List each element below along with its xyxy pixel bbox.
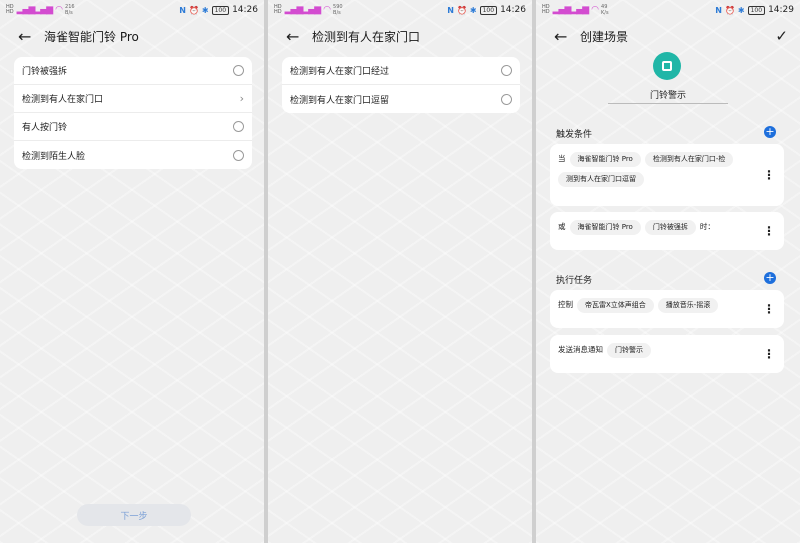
radio-button[interactable] xyxy=(501,93,512,105)
wifi-icon: ◠ xyxy=(323,5,331,15)
wifi-icon: ◠ xyxy=(55,5,63,15)
hd-indicator: HD HD xyxy=(542,4,550,15)
more-options-icon[interactable]: ⋮ xyxy=(763,225,775,237)
page-title: 检测到有人在家门口 xyxy=(312,29,421,44)
message-chip[interactable]: 门铃警示 xyxy=(607,342,651,358)
scene-icon[interactable] xyxy=(653,52,681,80)
event-option-list: 门铃被强拆 检测到有人在家门口 › 有人按门铃 检测到陌生人脸 xyxy=(14,57,252,169)
radio-button[interactable] xyxy=(233,65,244,76)
clock: 14:29 xyxy=(768,5,794,15)
copy-icon xyxy=(662,61,672,71)
header: ← 创建场景 ✓ xyxy=(536,22,800,50)
next-step-button[interactable]: 下一步 xyxy=(77,504,191,526)
event-chip[interactable]: 检测到有人在家门口-检 xyxy=(644,151,734,167)
wifi-icon: ◠ xyxy=(591,5,599,15)
presence-option-list: 检测到有人在家门口经过 检测到有人在家门口逗留 xyxy=(282,57,520,113)
hd-indicator: HD HD xyxy=(6,4,14,15)
option-row[interactable]: 检测到有人在家门口逗留 xyxy=(282,85,520,113)
radio-button[interactable] xyxy=(233,149,244,161)
radio-button[interactable] xyxy=(233,121,244,132)
option-row[interactable]: 门铃被强拆 xyxy=(14,57,252,85)
event-chip[interactable]: 门铃被强拆 xyxy=(644,219,696,235)
device-chip[interactable]: 海雀智能门铃 Pro xyxy=(569,151,641,167)
nfc-icon: N xyxy=(447,5,454,15)
status-bar: HD HD ▂▄▆▂▄▆ ◠ 590 B/s N ⏰ ✱ 100 14:26 xyxy=(268,0,532,20)
nfc-icon: N xyxy=(715,5,722,15)
header: ← 检测到有人在家门口 xyxy=(268,22,532,50)
battery-icon: 100 xyxy=(211,5,230,15)
nfc-icon: N xyxy=(179,5,186,15)
trigger-section-title: 触发条件 xyxy=(556,130,593,140)
signal-icon: ▂▄▆▂▄▆ xyxy=(552,5,590,15)
network-speed: 49 K/s xyxy=(601,4,609,16)
confirm-check-icon[interactable]: ✓ xyxy=(775,27,788,45)
clock: 14:26 xyxy=(232,5,258,15)
alarm-icon: ⏰ xyxy=(724,5,735,15)
back-arrow-icon[interactable]: ← xyxy=(286,27,302,46)
page-title: 海雀智能门铃 Pro xyxy=(44,29,139,44)
action-chip[interactable]: 播放音乐-摇滚 xyxy=(657,297,719,313)
radio-button[interactable] xyxy=(501,65,512,76)
task-card[interactable]: 发送消息通知 门铃警示 ⋮ xyxy=(550,335,784,373)
page-title: 创建场景 xyxy=(580,29,629,44)
event-chip-continued[interactable]: 测到有人在家门口逗留 xyxy=(558,172,644,187)
trigger-card[interactable]: 或 海雀智能门铃 Pro 门铃被强拆 时： ⋮ xyxy=(550,212,784,250)
alarm-icon: ⏰ xyxy=(456,5,467,15)
back-arrow-icon[interactable]: ← xyxy=(554,27,570,46)
header: ← 海雀智能门铃 Pro xyxy=(0,22,264,50)
network-speed: 590 B/s xyxy=(333,4,343,16)
add-task-button[interactable]: + xyxy=(764,272,776,284)
clock: 14:26 xyxy=(500,5,526,15)
back-arrow-icon[interactable]: ← xyxy=(18,27,34,46)
option-row[interactable]: 有人按门铃 xyxy=(14,113,252,141)
scene-name-field[interactable]: 门铃警示 xyxy=(608,88,728,101)
signal-icon: ▂▄▆▂▄▆ xyxy=(284,5,322,15)
status-bar: HD HD ▂▄▆▂▄▆ ◠ 216 B/s N ⏰ ✱ 100 14:26 xyxy=(0,0,264,20)
status-bar: HD HD ▂▄▆▂▄▆ ◠ 49 K/s N ⏰ ✱ 100 14:29 xyxy=(536,0,800,20)
trigger-card[interactable]: 当 海雀智能门铃 Pro 检测到有人在家门口-检 测到有人在家门口逗留 ⋮ xyxy=(550,144,784,206)
more-options-icon[interactable]: ⋮ xyxy=(763,169,775,181)
chevron-right-icon[interactable]: › xyxy=(240,92,244,105)
hd-indicator: HD HD xyxy=(274,4,282,15)
task-section-title: 执行任务 xyxy=(556,276,593,286)
more-options-icon[interactable]: ⋮ xyxy=(763,348,775,360)
more-options-icon[interactable]: ⋮ xyxy=(763,303,775,315)
bluetooth-icon: ✱ xyxy=(469,5,477,15)
bluetooth-icon: ✱ xyxy=(201,5,209,15)
signal-icon: ▂▄▆▂▄▆ xyxy=(16,5,54,15)
network-speed: 216 B/s xyxy=(65,4,75,16)
option-row[interactable]: 检测到有人在家门口经过 xyxy=(282,57,520,85)
panel-presence-options: HD HD ▂▄▆▂▄▆ ◠ 590 B/s N ⏰ ✱ 100 14:26 ← 检… xyxy=(268,0,532,543)
battery-icon: 100 xyxy=(747,5,766,15)
alarm-icon: ⏰ xyxy=(188,5,199,15)
battery-icon: 100 xyxy=(479,5,498,15)
device-chip[interactable]: 海雀智能门铃 Pro xyxy=(569,219,641,235)
option-row[interactable]: 检测到陌生人脸 xyxy=(14,141,252,169)
task-card[interactable]: 控制 帝瓦雷X立体声组合 播放音乐-摇滚 ⋮ xyxy=(550,290,784,328)
scene-name-underline xyxy=(608,103,728,104)
option-row[interactable]: 检测到有人在家门口 › xyxy=(14,85,252,113)
device-chip[interactable]: 帝瓦雷X立体声组合 xyxy=(577,297,654,313)
panel-device-events: HD HD ▂▄▆▂▄▆ ◠ 216 B/s N ⏰ ✱ 100 14:26 ← 海… xyxy=(0,0,264,543)
panel-create-scene: HD HD ▂▄▆▂▄▆ ◠ 49 K/s N ⏰ ✱ 100 14:29 ← 创建… xyxy=(536,0,800,543)
bluetooth-icon: ✱ xyxy=(737,5,745,15)
add-trigger-button[interactable]: + xyxy=(764,126,776,138)
